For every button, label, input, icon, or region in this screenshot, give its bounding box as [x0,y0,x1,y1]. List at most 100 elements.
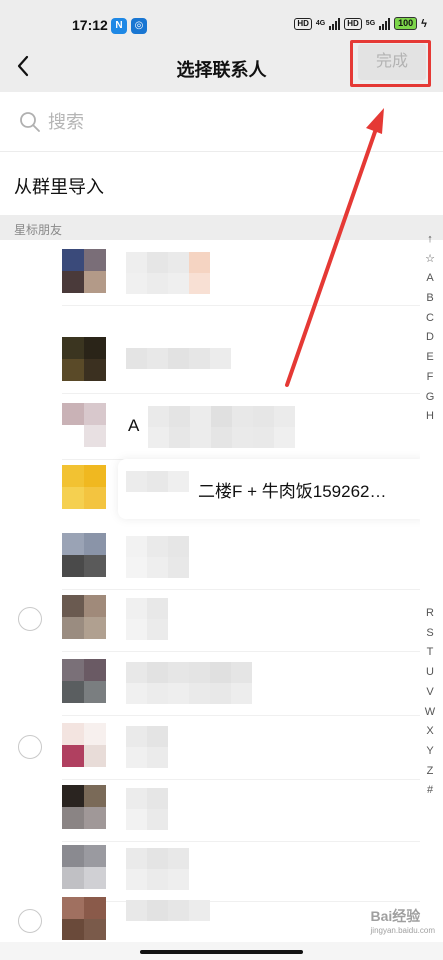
signal-icon-2 [379,17,391,30]
search-input[interactable] [48,108,408,136]
watermark-text: Bai经验 [370,908,421,924]
select-radio[interactable] [18,607,42,631]
index-letter[interactable]: T [422,643,438,663]
index-letter[interactable]: S [422,624,438,644]
done-button[interactable]: 完成 [358,44,426,80]
contact-row[interactable] [0,714,420,780]
index-letter[interactable]: X [422,722,438,742]
avatar [62,897,106,940]
obscured-name-line [126,747,168,768]
contact-name: 二楼F + 牛肉饭159262… [198,482,387,501]
obscured-name [126,726,168,747]
index-letter[interactable]: K [422,466,438,486]
obscured-name-line [126,273,210,294]
obscured-name [126,598,168,619]
index-letter[interactable]: Q [422,584,438,604]
avatar [62,595,106,639]
index-letter[interactable]: J [422,447,438,467]
index-letter[interactable]: L [422,486,438,506]
charging-icon: ϟ [421,17,427,30]
index-letter[interactable]: E [422,348,438,368]
network-type-label-2: 5G [365,20,376,27]
index-letter[interactable]: # [422,781,438,801]
obscured-name [126,662,252,683]
import-from-group-row[interactable]: 从群里导入 [0,153,443,215]
contact-row[interactable] [0,524,420,590]
avatar [62,723,106,767]
home-indicator[interactable] [140,950,303,954]
hd-badge-2: HD [344,17,362,30]
contact-list: A 二楼F + 牛肉饭159262… [0,240,420,940]
index-letter[interactable]: V [422,683,438,703]
privacy-smudge [0,270,62,330]
avatar [62,249,106,293]
index-letter[interactable]: B [422,289,438,309]
contact-row[interactable] [0,328,420,394]
contact-row[interactable]: 二楼F + 牛肉饭159262… [0,456,420,522]
battery-icon: 100 [394,17,418,30]
avatar [62,465,106,509]
avatar [62,785,106,829]
contact-row[interactable] [0,888,420,940]
index-letter[interactable]: Z [422,762,438,782]
import-from-group-label: 从群里导入 [14,177,104,197]
section-label-starred: 星标朋友 [14,223,63,237]
contact-row[interactable] [0,776,420,842]
watermark-logo: Bai经验 jingyan.baidu.com [371,906,435,935]
contact-row[interactable] [0,586,420,652]
obscured-name [148,406,295,427]
index-letter[interactable]: M [422,506,438,526]
index-letter[interactable]: G [422,388,438,408]
avatar [62,403,106,447]
status-icons: HD 4G HD 5G 100 ϟ [294,17,427,30]
obscured-name [126,848,189,869]
obscured-name [126,252,210,273]
index-letter[interactable]: R [422,604,438,624]
status-bar: 17:12 N ◎ HD 4G HD 5G 100 ϟ [0,0,443,50]
index-letter[interactable]: C [422,309,438,329]
index-letter[interactable]: ☆ [422,250,438,270]
obscured-name-line [148,427,295,448]
obscured-name [126,788,168,809]
section-header: 星标朋友 [0,215,443,240]
select-radio[interactable] [18,909,42,933]
contact-row[interactable] [0,650,420,716]
alphabet-index[interactable]: ↑ ☆ A B C D E F G H I J K L M N O P Q R … [422,230,438,801]
index-letter[interactable]: W [422,703,438,723]
avatar [62,337,106,381]
index-letter[interactable]: P [422,565,438,585]
obscured-name [126,348,231,369]
index-letter[interactable]: O [422,545,438,565]
index-letter[interactable]: F [422,368,438,388]
index-letter[interactable]: N [422,525,438,545]
signal-icon [329,17,341,30]
network-type-label: 4G [315,20,326,27]
obscured-name [126,900,210,921]
privacy-smudge [0,450,62,500]
index-letter[interactable]: D [422,328,438,348]
privacy-smudge [0,400,60,440]
avatar [62,659,106,703]
obscured-name-line [126,809,168,830]
search-bar [0,92,443,152]
hd-badge: HD [294,17,312,30]
row-divider [62,305,420,306]
avatar [62,845,106,889]
search-icon [20,112,40,132]
contact-row[interactable]: A [0,394,420,460]
nav-bar: 选择联系人 完成 [0,44,443,92]
status-time: 17:12 [72,17,108,33]
index-letter[interactable]: ↑ [422,230,438,250]
index-letter[interactable]: H [422,407,438,427]
index-letter[interactable]: Y [422,742,438,762]
notification-app-icon: N [111,18,127,34]
notification-app-icon-2: ◎ [131,18,147,34]
contact-row[interactable] [0,240,420,306]
select-radio[interactable] [18,735,42,759]
index-letter[interactable]: U [422,663,438,683]
index-letter[interactable]: I [422,427,438,447]
index-letter[interactable]: A [422,269,438,289]
obscured-name-prefix [126,471,189,492]
obscured-name [126,536,189,557]
obscured-name-line [126,619,168,640]
